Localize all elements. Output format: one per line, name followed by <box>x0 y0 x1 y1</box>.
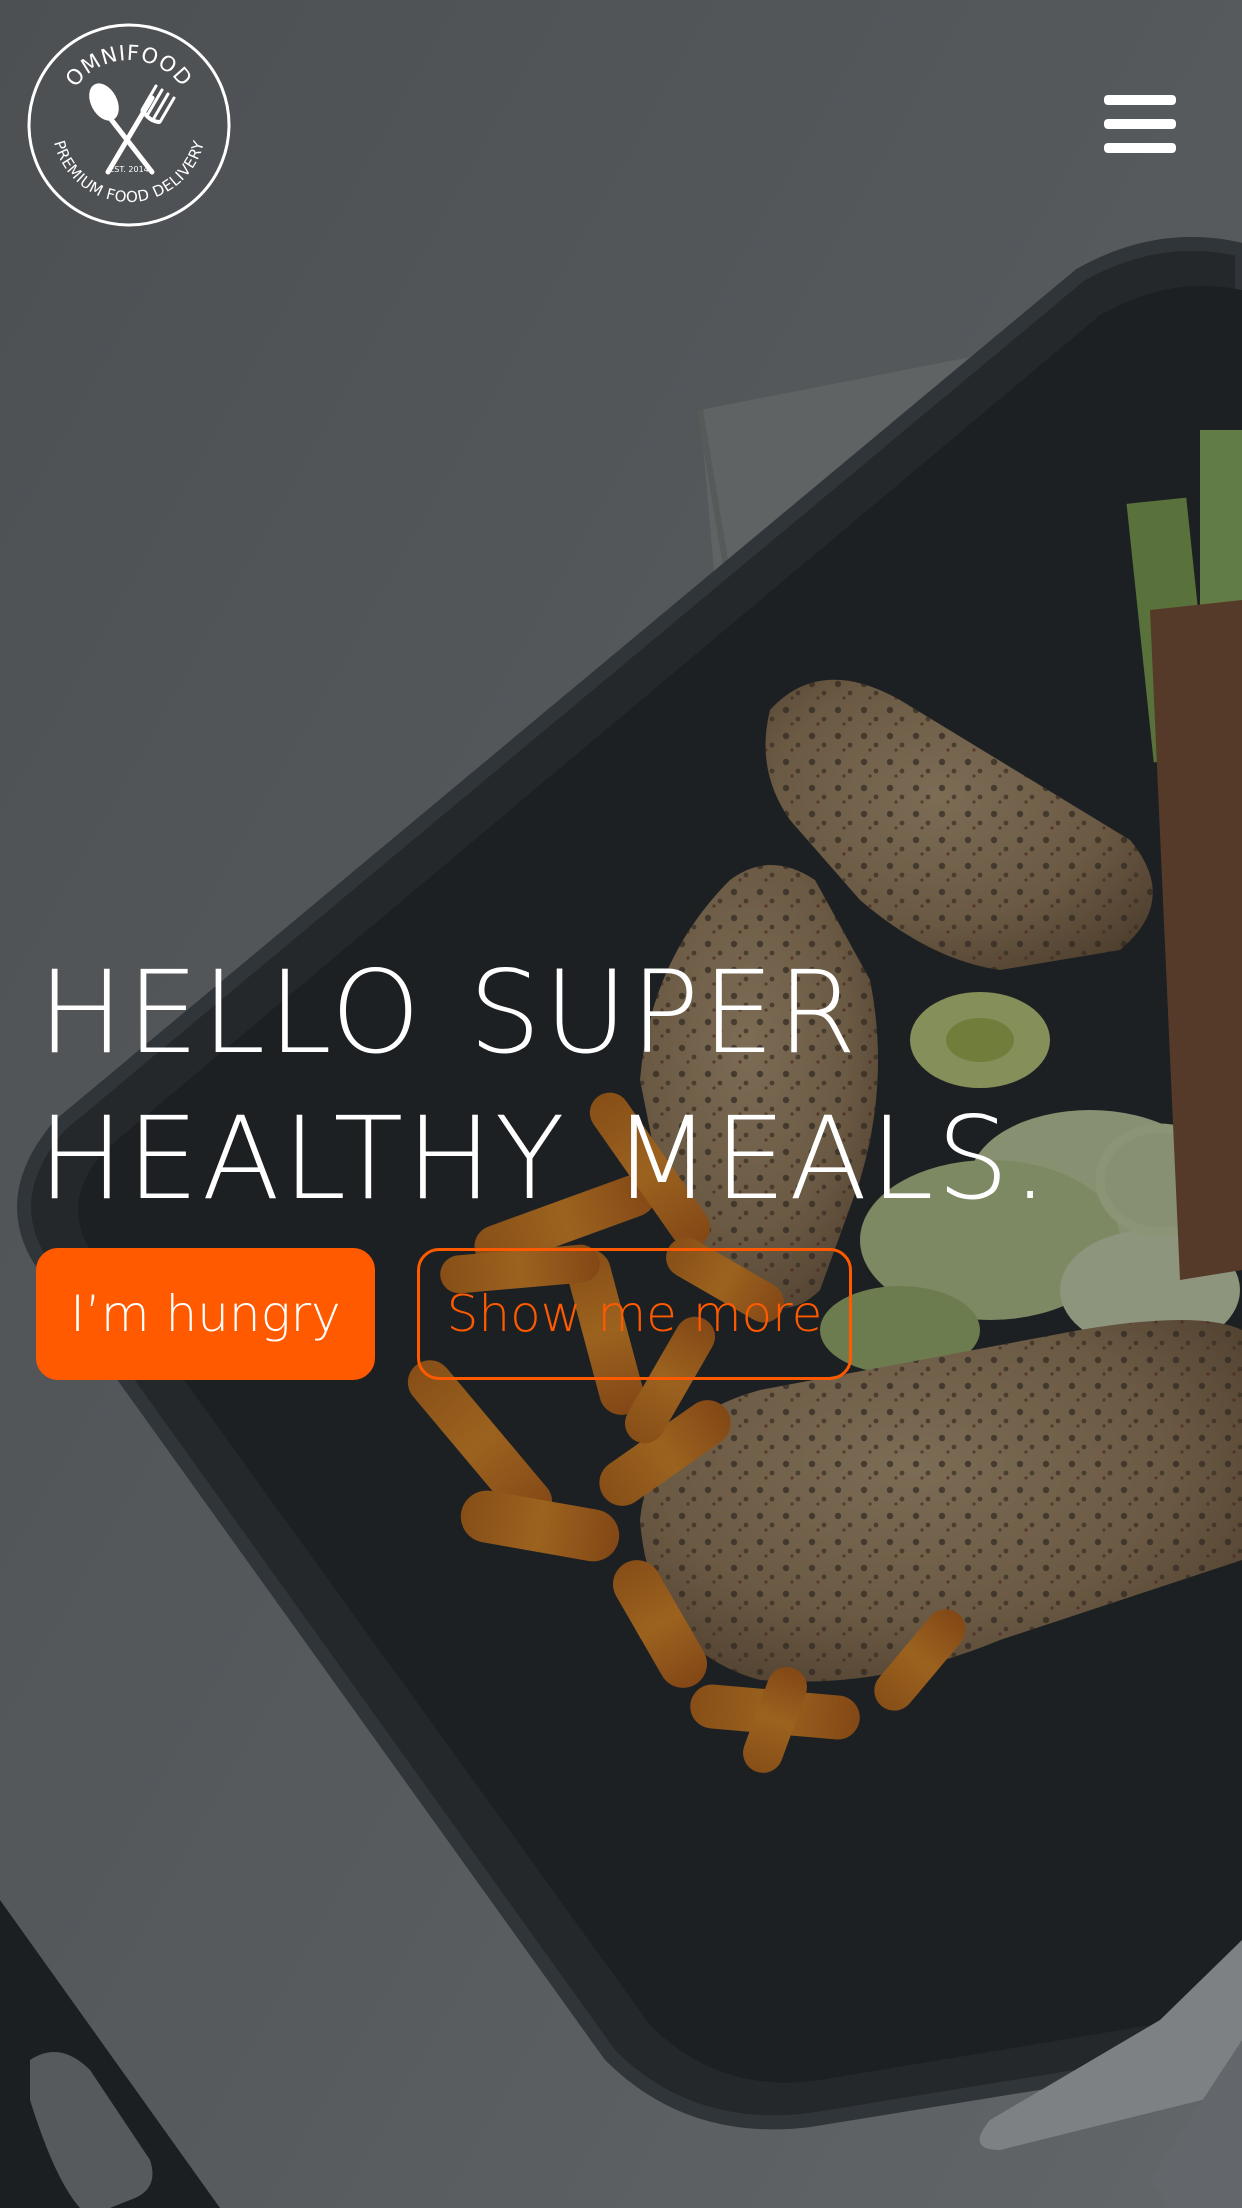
spoon-fork-icon <box>89 83 176 175</box>
logo-brand-text: OMNIFOOD <box>61 41 197 91</box>
hero-title-line-1: HELLO SUPER <box>38 946 860 1079</box>
hero-title: HELLO SUPER HEALTHY MEALS. <box>38 940 1188 1232</box>
logo-est-text: EST. 2014 <box>109 165 149 174</box>
menu-bar <box>1104 143 1176 153</box>
menu-bar <box>1104 95 1176 105</box>
hero-title-line-2: HEALTHY MEALS. <box>38 1092 1052 1225</box>
menu-bar <box>1104 119 1176 129</box>
show-me-more-button[interactable]: Show me more <box>417 1248 852 1380</box>
im-hungry-button[interactable]: I’m hungry <box>36 1248 375 1380</box>
hamburger-menu-icon[interactable] <box>1104 95 1176 153</box>
omnifood-logo[interactable]: OMNIFOOD PREMIUM FOOD DELIVERY EST. 2014 <box>24 20 234 230</box>
hero-section: OMNIFOOD PREMIUM FOOD DELIVERY EST. 2014… <box>0 0 1242 2208</box>
